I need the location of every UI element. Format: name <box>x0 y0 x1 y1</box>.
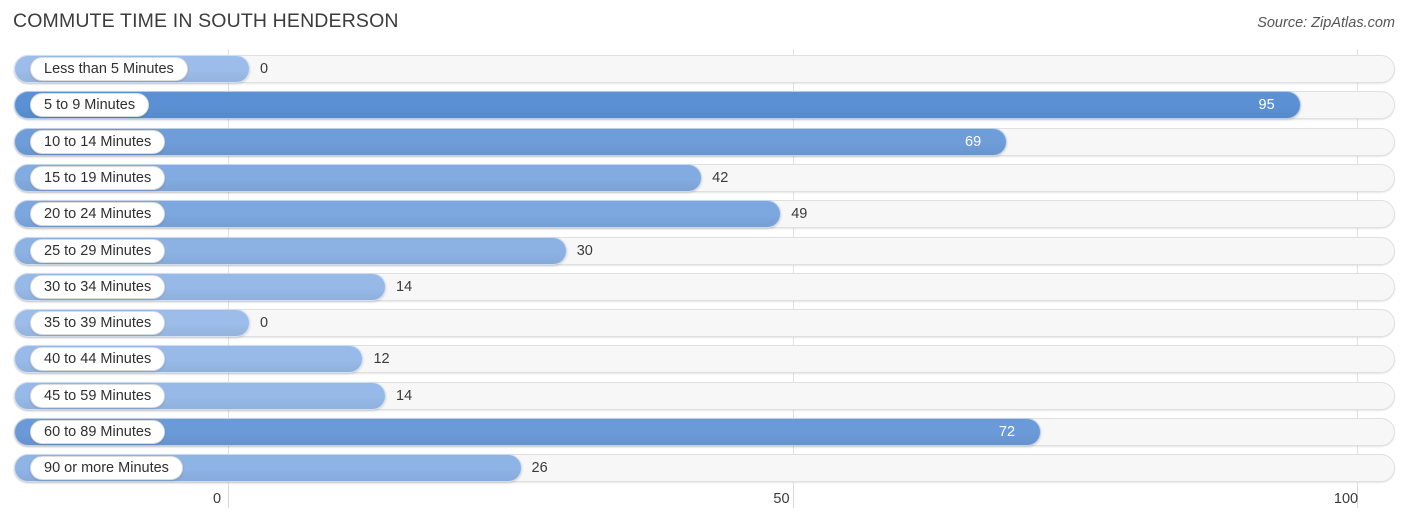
bar-value-label: 0 <box>260 61 269 77</box>
bar-value-label: 30 <box>576 242 593 259</box>
bar-row[interactable]: 40 to 44 Minutes 12 <box>14 345 1395 374</box>
bar-category-label: 60 to 89 Minutes <box>30 420 166 444</box>
bar-row[interactable]: 60 to 89 Minutes 72 <box>14 418 1395 446</box>
bar-category-label: Less than 5 Minutes <box>30 57 188 81</box>
bar-value-label: 14 <box>396 387 413 404</box>
bar-row[interactable]: 20 to 24 Minutes 49 <box>14 200 1395 229</box>
bar-category-label: 40 to 44 Minutes <box>30 347 166 372</box>
bar-value-label: 26 <box>531 460 548 477</box>
bar-row[interactable]: 10 to 14 Minutes 69 <box>14 127 1395 156</box>
bar-category-label: 5 to 9 Minutes <box>30 93 150 118</box>
bar-row[interactable]: 25 to 29 Minutes 30 <box>14 236 1395 265</box>
bar-row[interactable]: 15 to 19 Minutes 42 <box>14 163 1395 192</box>
bar-category-label: 10 to 14 Minutes <box>30 129 166 154</box>
axis-tick-mark <box>792 486 794 508</box>
plot-area: Less than 5 Minutes 0 5 to 9 Minutes 95 10 t… <box>0 49 1406 486</box>
bar-value-label: 12 <box>373 351 390 368</box>
bar-category-label: 90 or more Minutes <box>30 456 183 481</box>
bar-category-label: 35 to 39 Minutes <box>30 311 166 336</box>
bar-value-label: 0 <box>260 315 269 332</box>
axis-tick-mark <box>228 486 229 508</box>
bar-value-label: 72 <box>998 424 1016 440</box>
axis-tick-label: 50 <box>773 491 790 507</box>
bar-fill <box>14 418 1041 446</box>
chart-container: COMMUTE TIME IN SOUTH HENDERSON Source: … <box>0 0 1406 524</box>
bar-category-label: 45 to 59 Minutes <box>30 383 166 408</box>
bar-category-label: 25 to 29 Minutes <box>30 238 166 263</box>
source-attribution: Source: ZipAtlas.com <box>1257 15 1395 31</box>
axis-tick-label: 0 <box>212 491 222 507</box>
bar-value-label: 69 <box>965 133 982 150</box>
page-title: COMMUTE TIME IN SOUTH HENDERSON <box>13 10 399 32</box>
bar-category-label: 30 to 34 Minutes <box>30 274 166 299</box>
bar-value-label: 49 <box>791 206 808 223</box>
bar-row[interactable]: 5 to 9 Minutes 95 <box>14 91 1395 120</box>
bar-category-label: 15 to 19 Minutes <box>30 165 166 190</box>
bar-rows: Less than 5 Minutes 0 5 to 9 Minutes 95 10 t… <box>0 49 1406 486</box>
bar-category-label: 20 to 24 Minutes <box>30 202 166 227</box>
bar-value-label: 95 <box>1258 97 1275 114</box>
bar-value-label: 14 <box>396 278 413 295</box>
bar-fill <box>14 91 1301 120</box>
bar-row[interactable]: 45 to 59 Minutes 14 <box>14 381 1395 410</box>
x-axis: 0 50 100 <box>0 486 1406 524</box>
bar-row[interactable]: Less than 5 Minutes 0 <box>14 55 1395 83</box>
axis-tick-label: 100 <box>1333 491 1359 507</box>
bar-row[interactable]: 90 or more Minutes 26 <box>14 454 1395 483</box>
bar-value-label: 42 <box>712 169 729 186</box>
bar-row[interactable]: 35 to 39 Minutes 0 <box>14 309 1395 338</box>
bar-row[interactable]: 30 to 34 Minutes 14 <box>14 272 1395 301</box>
